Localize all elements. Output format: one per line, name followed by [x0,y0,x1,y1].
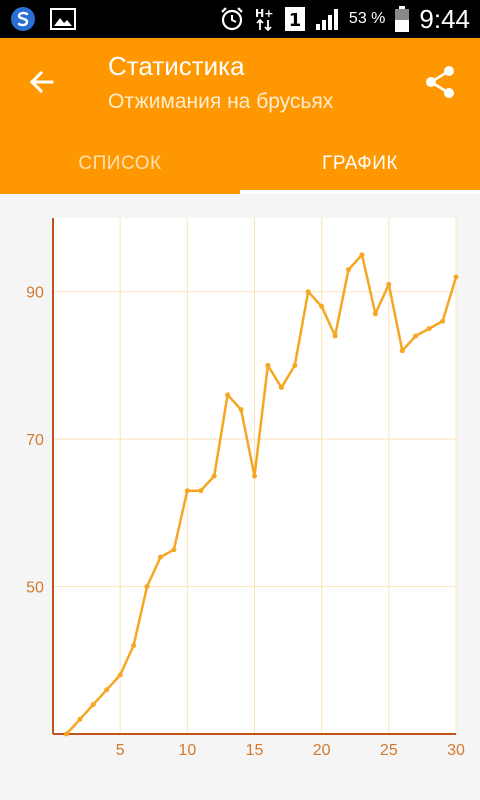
y-tick-label: 50 [26,580,44,597]
data-point [198,488,204,494]
data-point [252,473,257,479]
h-plus-data-icon: H+ [255,6,275,32]
data-point [265,362,271,368]
data-point [332,333,338,339]
data-point [238,407,244,413]
alarm-icon [219,6,245,32]
x-tick-label: 20 [313,742,331,759]
arrow-back-icon [29,70,54,94]
y-tick-label: 70 [26,432,44,449]
data-point [386,281,392,287]
data-point [372,311,378,317]
back-button[interactable] [20,60,64,104]
tab-bar: СПИСОК ГРАФИК [0,134,480,194]
data-point [104,687,110,693]
data-point [305,289,311,295]
data-point [131,643,137,649]
share-icon [426,66,454,98]
x-tick-label: 30 [447,742,465,759]
data-point [157,554,163,560]
data-point [453,274,459,280]
data-point [211,473,217,479]
tab-list-label: СПИСОК [78,153,162,174]
app-bar: Статистика Отжимания на брусьях СПИСОК Г… [0,38,480,194]
data-point [292,362,298,368]
tab-list[interactable]: СПИСОК [0,134,240,194]
chart-area: 5 10 15 20 25 30 50 70 90 [0,194,480,800]
tab-chart[interactable]: ГРАФИК [240,134,480,194]
data-point [319,303,325,309]
clock-time: 9:44 [419,3,470,34]
x-tick-label: 10 [178,742,196,759]
data-point [225,392,231,398]
data-point [440,318,446,324]
data-point [144,584,150,590]
share-button[interactable] [418,60,462,104]
data-point [346,267,352,273]
svg-text:1: 1 [289,10,302,31]
data-point [171,547,177,553]
data-point [77,716,83,722]
tab-chart-label: ГРАФИК [322,153,398,174]
data-point [63,731,69,737]
page-subtitle: Отжимания на брусьях [108,90,334,113]
page-title: Статистика [108,51,245,81]
sim-icon: 1 [284,7,305,31]
x-tick-label: 15 [246,742,264,759]
y-tick-label: 90 [26,285,44,302]
x-tick-label: 5 [116,742,125,759]
svg-text:H+: H+ [255,7,273,20]
line-chart[interactable]: 5 10 15 20 25 30 50 70 90 [0,194,480,800]
data-point [399,348,405,354]
image-icon [50,8,76,30]
status-bar: H+ 1 53 % 9:44 [0,0,480,38]
app-s-icon [10,6,36,32]
signal-icon [315,8,339,30]
x-tick-label: 25 [380,742,398,759]
data-point [90,702,96,708]
data-point [359,252,365,258]
data-point [117,672,123,678]
data-point [278,385,284,391]
data-point [413,333,419,339]
battery-icon [395,6,410,32]
battery-percent: 53 % [348,10,386,27]
data-point [426,326,432,332]
data-point [184,488,190,494]
